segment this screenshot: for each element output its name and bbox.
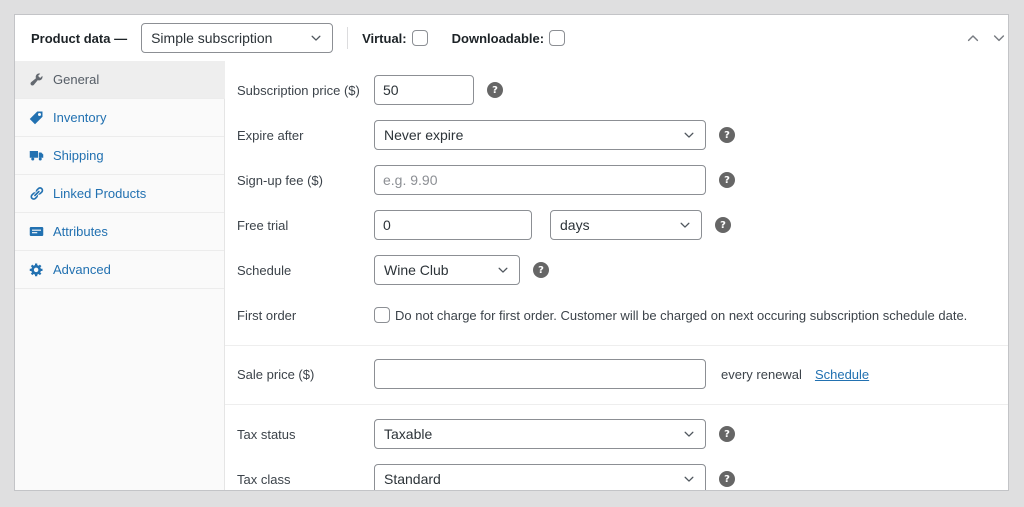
tab-label: General bbox=[53, 72, 99, 87]
tab-label: Advanced bbox=[53, 262, 111, 277]
help-icon[interactable]: ? bbox=[719, 426, 735, 442]
sale-price-input[interactable] bbox=[374, 359, 706, 389]
downloadable-label: Downloadable: bbox=[452, 31, 544, 46]
panel-toggle-down-icon[interactable] bbox=[986, 23, 1009, 53]
first-order-row: First order Do not charge for first orde… bbox=[237, 300, 988, 330]
product-type-select-value: Simple subscription bbox=[151, 30, 272, 46]
tab-label: Attributes bbox=[53, 224, 108, 239]
chevron-down-icon bbox=[678, 218, 692, 232]
tag-icon bbox=[29, 110, 44, 125]
tab-linked-products[interactable]: Linked Products bbox=[15, 175, 224, 213]
chevron-down-icon bbox=[682, 472, 696, 486]
sale-schedule-link[interactable]: Schedule bbox=[815, 367, 869, 382]
wrench-icon bbox=[29, 72, 44, 87]
tax-class-select-value: Standard bbox=[384, 471, 441, 487]
subscription-price-row: Subscription price ($) ? bbox=[237, 75, 988, 105]
first-order-label: First order bbox=[237, 308, 374, 323]
tab-inventory[interactable]: Inventory bbox=[15, 99, 224, 137]
tax-status-select[interactable]: Taxable bbox=[374, 419, 706, 449]
signup-fee-input[interactable] bbox=[374, 165, 706, 195]
chevron-down-icon bbox=[682, 128, 696, 142]
tab-label: Linked Products bbox=[53, 186, 146, 201]
tab-label: Inventory bbox=[53, 110, 106, 125]
schedule-row: Schedule Wine Club ? bbox=[237, 255, 988, 285]
help-icon[interactable]: ? bbox=[719, 127, 735, 143]
chevron-down-icon bbox=[309, 31, 323, 45]
section-separator bbox=[225, 404, 1008, 405]
sale-price-suffix: every renewal bbox=[721, 367, 802, 382]
panel-title: Product data — bbox=[31, 31, 127, 46]
tab-shipping[interactable]: Shipping bbox=[15, 137, 224, 175]
signup-fee-row: Sign-up fee ($) ? bbox=[237, 165, 988, 195]
subscription-price-label: Subscription price ($) bbox=[237, 83, 374, 98]
help-icon[interactable]: ? bbox=[487, 82, 503, 98]
expire-after-row: Expire after Never expire ? bbox=[237, 120, 988, 150]
product-data-tabs: General Inventory Shipping bbox=[15, 61, 225, 491]
schedule-select[interactable]: Wine Club bbox=[374, 255, 520, 285]
free-trial-input[interactable] bbox=[374, 210, 532, 240]
screen: Product data — Simple subscription Virtu… bbox=[0, 0, 1024, 507]
tax-status-row: Tax status Taxable ? bbox=[237, 419, 988, 449]
tax-class-label: Tax class bbox=[237, 472, 374, 487]
general-tab-panel: Subscription price ($) ? Expire after Ne… bbox=[225, 61, 1008, 491]
first-order-checkbox[interactable] bbox=[374, 307, 390, 323]
chevron-down-icon bbox=[682, 427, 696, 441]
chevron-down-icon bbox=[496, 263, 510, 277]
tax-class-row: Tax class Standard ? bbox=[237, 464, 988, 491]
header-divider bbox=[347, 27, 348, 49]
help-icon[interactable]: ? bbox=[719, 471, 735, 487]
tab-general[interactable]: General bbox=[15, 61, 225, 99]
first-order-description: Do not charge for first order. Customer … bbox=[395, 308, 967, 323]
expire-after-select-value: Never expire bbox=[384, 127, 463, 143]
schedule-select-value: Wine Club bbox=[384, 262, 449, 278]
product-data-panel: Product data — Simple subscription Virtu… bbox=[14, 14, 1009, 491]
section-separator bbox=[225, 345, 1008, 346]
virtual-label: Virtual: bbox=[362, 31, 407, 46]
tax-class-select[interactable]: Standard bbox=[374, 464, 706, 491]
gear-icon bbox=[29, 262, 44, 277]
virtual-checkbox[interactable] bbox=[412, 30, 428, 46]
schedule-label: Schedule bbox=[237, 263, 374, 278]
tab-attributes[interactable]: Attributes bbox=[15, 213, 224, 251]
subscription-price-input[interactable] bbox=[374, 75, 474, 105]
free-trial-row: Free trial days ? bbox=[237, 210, 988, 240]
product-type-select[interactable]: Simple subscription bbox=[141, 23, 333, 53]
help-icon[interactable]: ? bbox=[533, 262, 549, 278]
sale-price-label: Sale price ($) bbox=[237, 367, 374, 382]
signup-fee-label: Sign-up fee ($) bbox=[237, 173, 374, 188]
expire-after-label: Expire after bbox=[237, 128, 374, 143]
expire-after-select[interactable]: Never expire bbox=[374, 120, 706, 150]
tab-advanced[interactable]: Advanced bbox=[15, 251, 224, 289]
tax-status-select-value: Taxable bbox=[384, 426, 432, 442]
tax-status-label: Tax status bbox=[237, 427, 374, 442]
sale-price-row: Sale price ($) every renewal Schedule bbox=[237, 359, 988, 389]
product-data-header: Product data — Simple subscription Virtu… bbox=[15, 15, 1008, 61]
product-data-body: General Inventory Shipping bbox=[15, 61, 1008, 491]
downloadable-checkbox[interactable] bbox=[549, 30, 565, 46]
help-icon[interactable]: ? bbox=[719, 172, 735, 188]
panel-order-up-icon[interactable] bbox=[960, 23, 986, 53]
free-trial-unit-value: days bbox=[560, 217, 590, 233]
tab-label: Shipping bbox=[53, 148, 104, 163]
truck-icon bbox=[29, 148, 44, 163]
free-trial-label: Free trial bbox=[237, 218, 374, 233]
card-icon bbox=[29, 224, 44, 239]
link-icon bbox=[29, 186, 44, 201]
help-icon[interactable]: ? bbox=[715, 217, 731, 233]
free-trial-unit-select[interactable]: days bbox=[550, 210, 702, 240]
